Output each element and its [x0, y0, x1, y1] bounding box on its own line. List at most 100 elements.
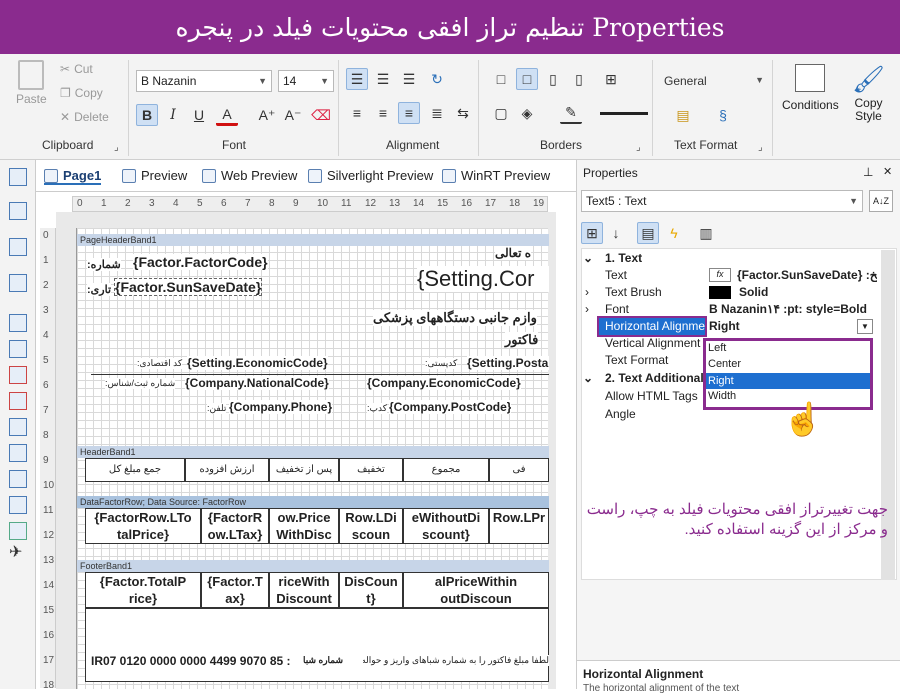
footer-cell[interactable]: alPriceWithin outDiscoun [403, 572, 549, 608]
page-header-band[interactable]: PageHeaderBand1 [77, 234, 549, 246]
font-color-button[interactable]: A [216, 104, 238, 126]
border-none-icon[interactable]: □ [516, 68, 538, 90]
shadow-icon[interactable]: ▢ [490, 102, 512, 124]
events-icon[interactable]: ϟ [663, 222, 685, 244]
option-width[interactable]: Width [708, 390, 736, 402]
table-icon[interactable] [9, 470, 27, 488]
close-icon[interactable]: ✕ [883, 165, 892, 178]
expression-icon[interactable]: fx [709, 268, 731, 282]
paste-button[interactable]: Paste [16, 60, 47, 106]
header-cell[interactable]: تخفیف [339, 458, 403, 482]
prop-font[interactable]: › Font B Nazanin۱۴ :pt: style=Bold [577, 301, 895, 318]
label-economic-code[interactable]: :کد اقتصادی [137, 358, 183, 369]
cross-band-icon[interactable] [9, 274, 27, 292]
label-postal[interactable]: :کدپستی [425, 358, 458, 369]
report-title-band-icon[interactable] [9, 168, 27, 186]
border-all-icon[interactable]: □ [490, 68, 512, 90]
border-options-icon[interactable]: ⊞ [600, 68, 622, 90]
border-left-icon[interactable]: ▯ [542, 68, 564, 90]
label-factor[interactable]: فاکتور [505, 332, 539, 348]
rich-text-icon[interactable] [9, 340, 27, 358]
shrink-font-icon[interactable]: A⁻ [282, 104, 304, 126]
justify-icon[interactable]: ≣ [426, 102, 448, 124]
align-left-icon[interactable]: ≡ [346, 102, 368, 124]
chart-icon[interactable] [9, 496, 27, 514]
border-style-icon[interactable] [600, 112, 648, 115]
field-national-code[interactable]: {Company.NationalCode} [185, 376, 329, 390]
grow-font-icon[interactable]: A⁺ [256, 104, 278, 126]
label-number[interactable]: :شماره [87, 258, 121, 271]
align-middle-icon[interactable]: ☰ [372, 68, 394, 90]
pin-icon[interactable]: ⊥ [863, 165, 873, 179]
delete-button[interactable]: ✕ Delete [60, 110, 109, 124]
panel-icon[interactable] [9, 418, 27, 436]
picture-icon[interactable] [9, 522, 27, 540]
prop-text[interactable]: Textfx{Factor.SunSaveDate} :تاریخ [577, 267, 895, 284]
field-postal[interactable]: {Setting.Posta [467, 356, 549, 370]
conditions-button[interactable]: Conditions [782, 64, 839, 112]
data-cell[interactable]: {FactorR ow.LTax} [201, 508, 269, 544]
borders-launcher-icon[interactable]: ⌟ [636, 142, 641, 153]
field-setting-company[interactable]: {Setting.Cor [417, 266, 549, 292]
data-cell[interactable]: eWithoutDi scount} [403, 508, 489, 544]
border-color-icon[interactable]: ✎ [560, 102, 582, 124]
image-component-icon[interactable] [9, 366, 27, 384]
border-right-icon[interactable]: ▯ [568, 68, 590, 90]
align-top-icon[interactable]: ☰ [346, 68, 368, 90]
field-save-date[interactable]: {Factor.SunSaveDate} [113, 278, 263, 296]
label-date[interactable]: :تاری [87, 283, 112, 296]
text-component-icon[interactable] [9, 314, 27, 332]
bold-button[interactable]: B [136, 104, 158, 126]
tab-page1[interactable]: Page1 [44, 168, 102, 185]
label-supplies[interactable]: وازم جانبی دستگاههای پزشکی [373, 310, 537, 326]
field-economic-code[interactable]: {Setting.EconomicCode} [187, 356, 328, 370]
text-format-launcher-icon[interactable]: ⌟ [758, 142, 763, 153]
font-size-select[interactable]: 14 ▼ [278, 70, 334, 92]
copy-button[interactable]: ❐ Copy [60, 86, 103, 100]
header-cell[interactable]: ارزش افزوده [185, 458, 269, 482]
cut-button[interactable]: ✂ Cut [60, 62, 93, 76]
tab-web-preview[interactable]: Web Preview [202, 168, 297, 183]
properties-tab-icon[interactable]: ▤ [637, 222, 659, 244]
barcode-icon[interactable] [9, 392, 27, 410]
sort-icon[interactable]: A↓Z [869, 190, 893, 212]
field-company-economic[interactable]: {Company.EconomicCode} [367, 376, 521, 390]
word-wrap-icon[interactable]: ⇆ [452, 102, 474, 124]
underline-button[interactable]: U [188, 104, 210, 126]
copy-style-button[interactable]: 🖌 Copy Style [852, 64, 885, 123]
italic-button[interactable]: I [162, 104, 184, 126]
data-cell[interactable]: ow.Price WithDisc [269, 508, 339, 544]
header-cell[interactable]: پس از تخفیف [269, 458, 339, 482]
subreport-icon[interactable] [9, 444, 27, 462]
option-center[interactable]: Center [708, 358, 741, 370]
number-format-icon[interactable]: § [712, 104, 734, 126]
categorized-icon[interactable]: ⊞ [581, 222, 603, 244]
label-company-postal[interactable]: :کدپ [367, 403, 387, 414]
option-left[interactable]: Left [708, 342, 726, 354]
section-text[interactable]: ⌄ 1. Text [583, 250, 900, 267]
label-national-code[interactable]: :شماره ثبت/شناس [105, 378, 176, 389]
header-band[interactable]: HeaderBand1 [77, 446, 549, 458]
header-cell[interactable]: مجموع [403, 458, 489, 482]
align-right-icon[interactable]: ≡ [398, 102, 420, 124]
tab-silverlight-preview[interactable]: Silverlight Preview [308, 168, 433, 183]
label-sheba[interactable]: شماره شبا [303, 655, 344, 666]
footer-cell[interactable]: DisCoun t} [339, 572, 403, 608]
object-selector[interactable]: Text5 : Text ▼ [581, 190, 863, 212]
eraser-icon[interactable]: ⌫ [310, 104, 332, 126]
fill-bucket-icon[interactable]: ◈ [516, 102, 538, 124]
data-cell[interactable]: Row.LDi scoun [339, 508, 403, 544]
tools-icon[interactable]: ✈ [9, 542, 22, 562]
footer-cell[interactable]: {Factor.T ax} [201, 572, 269, 608]
header-cell[interactable]: فی [489, 458, 549, 482]
label-phone[interactable]: :تلفن [207, 403, 227, 414]
rotate-text-icon[interactable]: ↻ [426, 68, 448, 90]
prop-horizontal-alignment[interactable]: Horizontal Alignme Right ▼ [577, 316, 895, 337]
data-cell[interactable]: {FactorRow.LTo talPrice} [85, 508, 201, 544]
field-company-postal[interactable]: {Company.PostCode} [389, 400, 512, 414]
label-besm[interactable]: ه تعالی [495, 246, 532, 260]
tab-preview[interactable]: Preview [122, 168, 187, 183]
alphabetical-icon[interactable]: ↓ [605, 222, 627, 244]
header-cell[interactable]: جمع مبلغ کل [85, 458, 185, 482]
currency-format-icon[interactable]: ▤ [672, 104, 694, 126]
